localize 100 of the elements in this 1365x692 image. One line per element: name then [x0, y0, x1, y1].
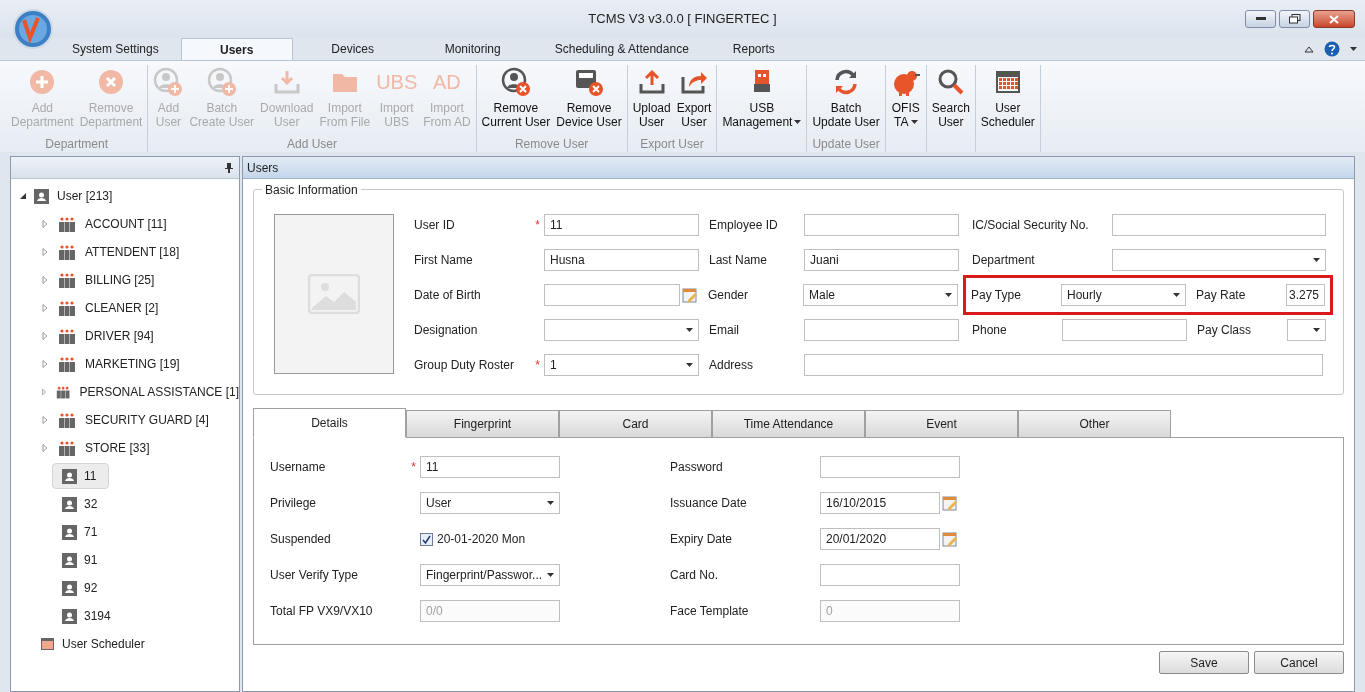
tree-item[interactable]: 11	[52, 463, 110, 489]
field-label: Phone	[972, 322, 1007, 339]
expander-icon[interactable]	[19, 192, 27, 200]
tree-item[interactable]: ACCOUNT [11]	[85, 215, 167, 233]
input-field[interactable]: Juani	[804, 249, 959, 271]
action-button[interactable]: Cancel	[1254, 651, 1344, 674]
input-field[interactable]: 11	[420, 456, 560, 478]
help-icon[interactable]	[1324, 41, 1340, 57]
tree-item[interactable]: 91	[52, 547, 111, 573]
dropdown-caret-icon	[547, 573, 554, 577]
field-label: Issuance Date	[670, 495, 747, 512]
close-button[interactable]	[1313, 10, 1355, 28]
ribbon-button[interactable]: USB Management	[719, 65, 805, 136]
input-field[interactable]	[1062, 319, 1187, 341]
date-field[interactable]	[544, 284, 680, 306]
pin-icon[interactable]	[225, 162, 233, 173]
input-field[interactable]: 3.275	[1286, 284, 1325, 306]
user-icon	[62, 580, 77, 596]
dropdown-field[interactable]: User	[420, 492, 560, 514]
dropdown-caret-icon	[1313, 258, 1320, 262]
tree-item[interactable]: DRIVER [94]	[85, 327, 154, 345]
field-label: Pay Rate	[1196, 287, 1246, 304]
tree-item[interactable]: User Scheduler	[62, 635, 145, 653]
restore-button[interactable]	[1279, 10, 1310, 28]
ribbon-tab[interactable]: Devices	[292, 38, 413, 60]
calendar-icon[interactable]	[682, 287, 698, 303]
tree-item[interactable]: 92	[52, 575, 111, 601]
ribbon-tab[interactable]: System Settings	[50, 38, 181, 60]
tab[interactable]: Details	[253, 408, 406, 438]
date-field[interactable]: 16/10/2015	[820, 492, 940, 514]
dropdown-caret-icon	[1173, 293, 1180, 297]
input-field[interactable]: 11	[544, 214, 699, 236]
dropdown-field[interactable]: Hourly	[1061, 284, 1186, 306]
tree-item[interactable]: SECURITY GUARD [4]	[85, 411, 209, 429]
ribbon-tab[interactable]: Users	[180, 38, 293, 60]
ribbon-tab[interactable]: Reports	[710, 38, 797, 60]
calendar-icon[interactable]	[942, 495, 958, 511]
ribbon-button[interactable]: Batch Update User	[809, 65, 883, 136]
tree-item[interactable]: ATTENDENT [18]	[85, 243, 180, 261]
checkbox[interactable]	[420, 532, 433, 546]
dropdown-field[interactable]	[544, 319, 699, 341]
minimize-button[interactable]	[1245, 10, 1276, 28]
checkbox-label: 20-01-2020 Mon	[437, 531, 526, 548]
ribbon-button[interactable]: OFIS TA	[887, 65, 924, 136]
tree-item[interactable]: MARKETING [19]	[85, 355, 180, 373]
tree-item[interactable]: User [213]	[57, 187, 113, 205]
tree-item[interactable]: 3194	[52, 603, 124, 629]
ribbon-tab[interactable]: Monitoring	[412, 38, 533, 60]
tree-item[interactable]: CLEANER [2]	[85, 299, 159, 317]
dropdown-field[interactable]	[1112, 249, 1326, 271]
calendar-icon	[41, 638, 54, 650]
window-title: TCMS V3 v3.0.0 [ FINGERTEC ]	[588, 10, 777, 29]
date-field[interactable]: 20/01/2020	[820, 528, 940, 550]
tree-item[interactable]: STORE [33]	[85, 439, 150, 457]
dropdown-field[interactable]: 1	[544, 354, 699, 376]
logo-icon: UBS	[376, 67, 418, 97]
collapse-ribbon-icon[interactable]	[1304, 45, 1314, 53]
dropdown-field[interactable]	[1287, 319, 1326, 341]
calendar-icon[interactable]	[942, 531, 958, 547]
field-label: Suspended	[270, 531, 331, 548]
ribbon-button[interactable]: Export User	[673, 65, 715, 136]
input-field[interactable]: Husna	[544, 249, 699, 271]
field-label: Group Duty Roster	[414, 357, 515, 374]
tab[interactable]: Fingerprint	[406, 410, 559, 438]
tree-item[interactable]: PERSONAL ASSISTANCE [1]	[79, 383, 239, 401]
field-label: Total FP VX9/VX10	[270, 603, 373, 620]
group-icon	[58, 216, 76, 232]
tree-item[interactable]: 71	[52, 519, 111, 545]
field-label: Date of Birth	[414, 287, 481, 304]
tab[interactable]: Card	[559, 410, 712, 438]
field-label: Last Name	[709, 252, 768, 269]
input-field[interactable]	[804, 354, 1323, 376]
user-remove-icon	[500, 67, 531, 97]
tree-item[interactable]: 32	[52, 491, 111, 517]
input-field[interactable]	[804, 214, 959, 236]
ribbon-button[interactable]: Remove Device User	[553, 65, 625, 136]
dropdown-field[interactable]: Fingerprint/Passwor...	[420, 564, 560, 586]
input-field[interactable]	[804, 319, 959, 341]
input-field[interactable]	[820, 456, 960, 478]
ribbon-button[interactable]: Remove Current User	[478, 65, 554, 136]
dropdown-caret-icon	[547, 501, 554, 505]
field-label: Gender	[708, 287, 749, 304]
dropdown-caret-icon	[686, 328, 693, 332]
tab[interactable]: Event	[865, 410, 1018, 438]
ribbon-tab[interactable]: Scheduling & Attendance	[532, 38, 711, 60]
action-button[interactable]: Save	[1159, 651, 1249, 674]
tab[interactable]: Time Attendance	[712, 410, 865, 438]
tab[interactable]: Other	[1018, 410, 1171, 438]
input-field[interactable]	[820, 564, 960, 586]
ribbon-button[interactable]: User Scheduler	[977, 65, 1038, 136]
ribbon-group-label: Add User	[287, 136, 337, 152]
ribbon-button[interactable]: Search User	[928, 65, 973, 136]
group-icon	[56, 384, 71, 400]
dropdown-field[interactable]: Male	[803, 284, 958, 306]
input-field[interactable]	[1112, 214, 1326, 236]
ribbon-button[interactable]: Upload User	[629, 65, 674, 136]
tree-item[interactable]: BILLING [25]	[85, 271, 155, 289]
logo-icon: AD	[433, 67, 461, 97]
field-label: Pay Type	[971, 287, 1021, 304]
dropdown-caret-icon	[1313, 328, 1320, 332]
